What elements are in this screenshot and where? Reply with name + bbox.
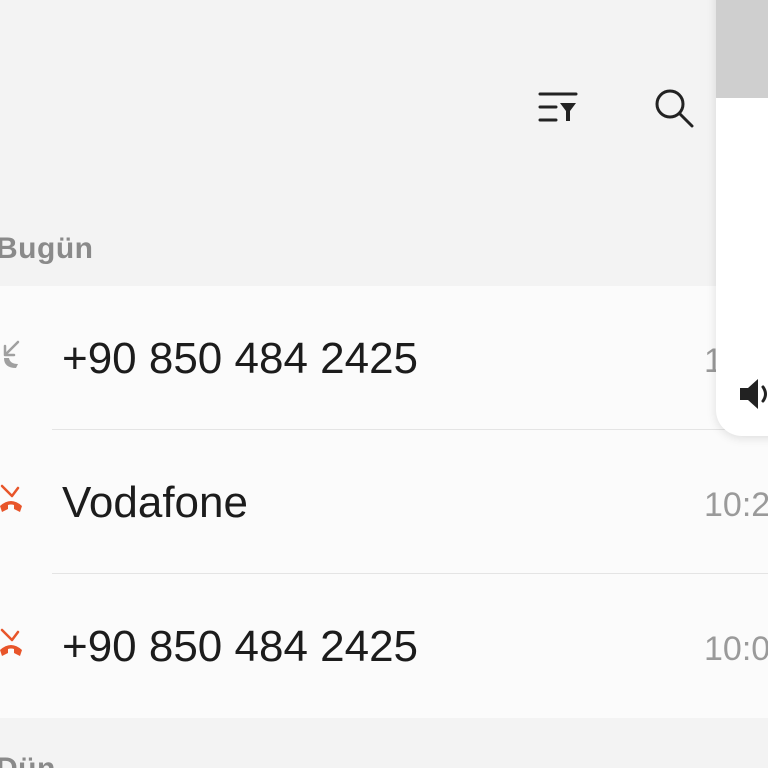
call-contact-name: Vodafone: [62, 478, 248, 527]
search-icon: [655, 89, 694, 128]
call-row[interactable]: +90 850 484 2425 10:05: [0, 574, 768, 718]
call-contact-name: +90 850 484 2425: [62, 334, 419, 383]
call-time: 10:05: [704, 630, 768, 668]
call-log-screen: Bugün +90 850 484 2425 10:45 Vodafone 10…: [0, 0, 768, 768]
missed-call-icon: [0, 628, 22, 656]
section-header-today: Bugün: [0, 232, 94, 265]
volume-slider-track[interactable]: [716, 0, 768, 98]
call-row[interactable]: +90 850 484 2425 10:45: [0, 286, 768, 430]
call-row[interactable]: Vodafone 10:22: [0, 430, 768, 574]
call-contact-name: +90 850 484 2425: [62, 622, 419, 671]
call-list-card: +90 850 484 2425 10:45 Vodafone 10:22 +9…: [0, 286, 768, 718]
speaker-icon[interactable]: [736, 374, 768, 414]
incoming-call-icon: [3, 340, 20, 368]
missed-call-icon: [0, 484, 22, 512]
filter-button[interactable]: [534, 84, 582, 132]
filter-list-icon: [538, 92, 578, 122]
section-header-yesterday: Dün: [0, 752, 56, 768]
volume-panel[interactable]: [716, 0, 768, 436]
search-button[interactable]: [650, 84, 698, 132]
call-time: 10:22: [704, 486, 768, 524]
